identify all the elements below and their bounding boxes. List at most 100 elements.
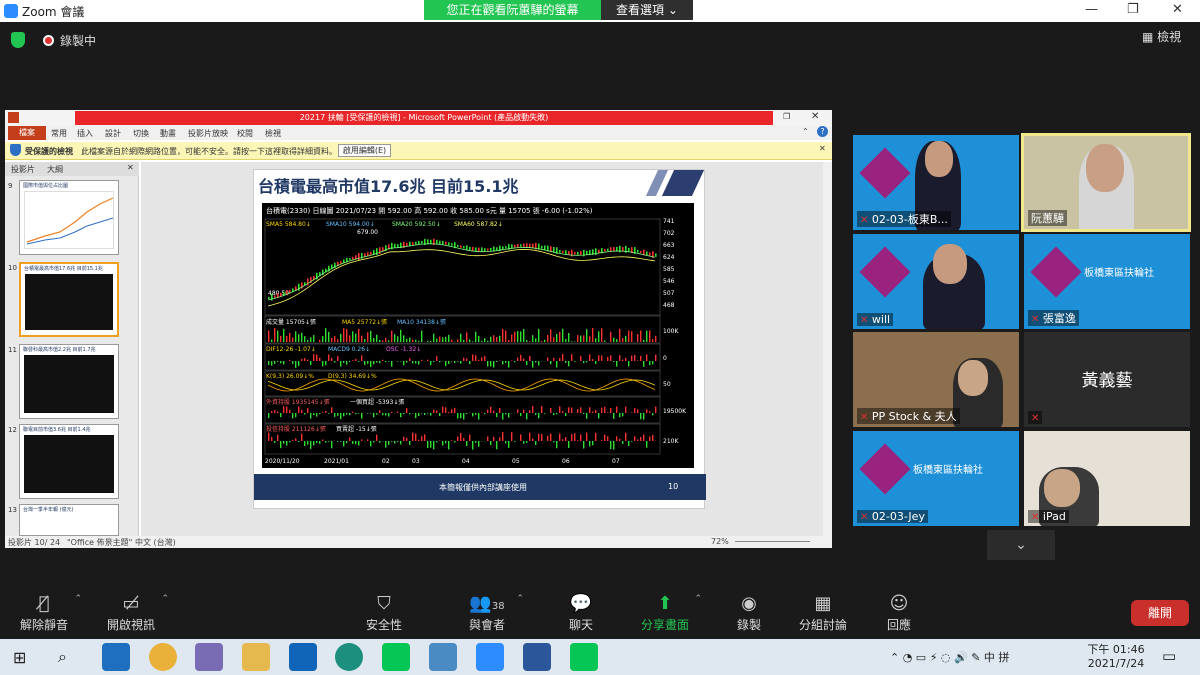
app-icon[interactable] (429, 643, 457, 671)
mute-options-caret-icon[interactable]: ⌃ (74, 594, 82, 604)
protected-bar-close-icon[interactable]: ✕ (819, 144, 826, 153)
participant-tile[interactable]: 黃義藝 ✕ (1024, 332, 1190, 427)
tab-insert[interactable]: 插入 (77, 128, 93, 139)
ma-label: SMA60 587.82↓ (454, 221, 503, 228)
video-button[interactable]: ▭̸ 開啟視訊 ⌃ (105, 592, 169, 633)
bar (589, 441, 591, 447)
title-accent (661, 170, 705, 196)
candle (274, 295, 276, 298)
candle (514, 244, 516, 248)
zoom-slider[interactable] (735, 541, 810, 542)
outlook-icon[interactable] (289, 643, 317, 671)
enable-editing-button[interactable]: 啟用編輯(E) (338, 144, 391, 157)
view-button[interactable]: ▦ 檢視 (1142, 28, 1181, 45)
participant-tile-active-speaker[interactable]: 阮蕙驊 (1021, 133, 1191, 232)
record-button[interactable]: ◉ 錄製 (734, 592, 764, 633)
participant-tile[interactable]: ✕ will (853, 234, 1019, 329)
mute-button[interactable]: 🎙̸ 解除靜音 ⌃ (18, 592, 82, 633)
zoom-level[interactable]: 72% (711, 537, 729, 546)
view-options-button[interactable]: 查看選項 ⌄ (601, 0, 693, 20)
bar (445, 336, 447, 342)
bar (436, 441, 438, 443)
bar (484, 338, 486, 342)
maximize-icon[interactable]: ❐ (1127, 2, 1139, 17)
tab-home[interactable]: 常用 (51, 128, 67, 139)
ppt-restore-icon[interactable]: ❐ (783, 112, 790, 121)
bar (568, 361, 570, 367)
help-icon[interactable]: ? (817, 126, 828, 137)
gallery-next-chevron-icon[interactable]: ⌄ (987, 530, 1055, 560)
minimize-icon[interactable]: — (1085, 2, 1098, 17)
bar (580, 335, 582, 342)
tab-transitions[interactable]: 切換 (133, 128, 149, 139)
windows-start-icon[interactable]: ⊞ (13, 648, 26, 667)
participant-tile[interactable]: ✕ iPad (1024, 431, 1190, 526)
search-icon[interactable]: ⌕ (58, 647, 67, 667)
zoom-taskbar-icon[interactable] (476, 643, 504, 671)
bar (415, 339, 417, 342)
share-screen-button[interactable]: ⬆ 分享畫面 ⌃ (640, 592, 702, 633)
tab-slideshow[interactable]: 投影片放映 (188, 128, 228, 139)
reactions-button[interactable]: ☺ 回應 (884, 592, 914, 633)
encryption-shield-icon[interactable] (11, 32, 25, 48)
bar (637, 409, 639, 413)
participant-tile[interactable]: ✕ PP Stock & 夫人 (853, 332, 1019, 427)
pane-tab-outline[interactable]: 大綱 (47, 164, 63, 175)
bar (466, 358, 468, 361)
bar (616, 339, 618, 342)
file-explorer-icon[interactable] (242, 643, 270, 671)
bar (523, 358, 525, 361)
chrome-icon[interactable] (149, 643, 177, 671)
participants-button[interactable]: 👥38 與會者 ⌃ (462, 592, 524, 633)
bar (349, 437, 351, 441)
ie-icon[interactable] (102, 643, 130, 671)
breakout-rooms-button[interactable]: ▦ 分組討論 (798, 592, 848, 633)
participant-tile[interactable]: ✕ 02-03-板東B... (853, 135, 1019, 230)
pane-close-icon[interactable]: ✕ (127, 163, 134, 172)
tab-review[interactable]: 校閱 (237, 128, 253, 139)
security-button[interactable]: ⛉ 安全性 (364, 592, 404, 633)
bar (421, 436, 423, 441)
video-options-caret-icon[interactable]: ⌃ (161, 594, 169, 604)
ppt-close-icon[interactable]: ✕ (811, 111, 819, 122)
bar (523, 329, 525, 342)
slide-thumbnail[interactable]: 聯電目前市值3.6兆 目前1.4兆 (19, 424, 119, 499)
taskbar-clock[interactable]: 下午 01:46 2021/7/24 (1083, 641, 1149, 670)
bar (406, 408, 408, 413)
bar (505, 330, 507, 342)
participants-options-caret-icon[interactable]: ⌃ (516, 594, 524, 604)
notification-icon[interactable]: ▭ (1162, 647, 1176, 665)
line-icon[interactable] (570, 643, 598, 671)
bar (610, 331, 612, 342)
tab-file[interactable]: 檔案 (8, 126, 46, 140)
ribbon-collapse-icon[interactable]: ⌃ (802, 127, 809, 136)
candle (559, 249, 561, 253)
leave-meeting-button[interactable]: 離開 (1131, 600, 1189, 626)
slide-thumbnail[interactable]: 台灣一季半年報 (億元) (19, 504, 119, 536)
share-options-caret-icon[interactable]: ⌃ (694, 594, 702, 604)
slide-scrollbar[interactable] (823, 162, 832, 536)
pane-tab-slides[interactable]: 投影片 (11, 164, 35, 175)
tab-design[interactable]: 設計 (105, 128, 121, 139)
participant-tile[interactable]: 板橋東區扶輪社 ✕ 02-03-Jey (853, 431, 1019, 526)
bar (475, 413, 477, 415)
close-icon[interactable]: ✕ (1172, 2, 1183, 17)
slide-thumbnail[interactable]: 國際市值與位占比圖 (19, 180, 119, 255)
bar (451, 361, 453, 362)
slide-thumbnail[interactable]: 聯發科最高市值2.2兆 目前1.7兆 (19, 344, 119, 419)
bar (550, 361, 552, 365)
slide-thumbnail-selected[interactable]: 台積電最高市值17.6兆 目前15.1兆 (19, 262, 119, 337)
protected-view-message[interactable]: 此檔案源自於網際網路位置，可能不安全。請按一下這裡取得詳細資料。 (81, 146, 337, 157)
candle (451, 243, 453, 246)
app-icon[interactable] (195, 643, 223, 671)
bar (538, 413, 540, 419)
tab-animations[interactable]: 動畫 (160, 128, 176, 139)
tab-view[interactable]: 檢視 (265, 128, 281, 139)
word-icon[interactable] (523, 643, 551, 671)
system-tray-icons[interactable]: ⌃ ◔ ▭ ⚡ ◌ 🔊 ✎ 中 拼 (890, 649, 1009, 665)
bar (481, 357, 483, 361)
line-icon[interactable] (382, 643, 410, 671)
edge-icon[interactable] (335, 643, 363, 671)
participant-tile[interactable]: 板橋東區扶輪社 ✕ 張富逸 (1024, 234, 1190, 329)
chat-button[interactable]: 💬 聊天 (566, 592, 596, 633)
